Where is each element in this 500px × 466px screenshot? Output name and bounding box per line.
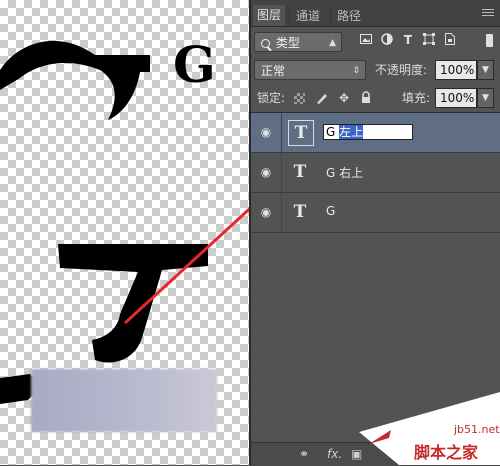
link-layers-icon[interactable]: ⚭ [299,446,309,462]
tab-layers[interactable]: 图层 [253,5,286,26]
lock-all-icon[interactable] [359,91,373,105]
blend-mode-select[interactable]: 正常 ⇕ [254,60,366,80]
search-icon [261,39,270,48]
layer-name-selected-text: 左上 [339,125,364,139]
tab-channels[interactable]: 通道 [292,6,324,26]
layer-filter-kind[interactable]: 类型 ▲︎ [254,32,342,52]
layer-name-prefix: G [326,125,340,139]
layer-separator [281,193,282,232]
image-filter-icon[interactable] [359,33,373,47]
layer-row[interactable]: ◉ T G [251,193,500,233]
panel-tab-bar: 图层 通道 路径 [251,0,500,27]
visibility-eye-icon[interactable]: ◉ [259,165,273,179]
filter-kind-label: 类型 [275,36,300,50]
type-layer-thumbnail-icon: T [288,120,314,146]
layer-style-fx-button[interactable]: fx. [327,446,342,462]
adjustment-filter-icon[interactable] [380,33,394,47]
panel-menu-icon[interactable] [482,9,494,18]
type-filter-icon[interactable]: T [401,33,415,47]
opacity-label: 不透明度: [375,63,428,77]
chevron-updown-icon: ⇕ [352,66,360,76]
layer-separator [281,113,282,152]
lock-transparent-pixels-icon[interactable] [294,93,305,104]
fill-label: 填充: [402,91,431,105]
filter-toggle-switch[interactable] [486,34,493,47]
layer-row[interactable]: ◉ T G 右上 [251,153,500,193]
opacity-input[interactable]: 100% [435,60,477,80]
lock-label: 锁定: [257,91,286,105]
visibility-eye-icon[interactable]: ◉ [259,205,273,219]
lock-position-icon[interactable]: ✥ [337,91,351,105]
layer-name[interactable]: G [326,204,335,218]
layer-name[interactable]: G 右上 [326,164,363,181]
blend-mode-value: 正常 [261,64,286,78]
watermark-site-text: jb51.net [454,423,500,436]
chevron-down-icon: ▲︎ [329,38,336,48]
visibility-eye-icon[interactable]: ◉ [259,125,273,139]
tab-separator [289,10,290,22]
tab-paths[interactable]: 路径 [333,6,365,26]
type-layer-thumbnail-icon: T [293,202,307,222]
fill-input[interactable]: 100% [435,88,477,108]
layer-name-edit-field[interactable]: G 左上 [323,124,413,140]
smart-object-filter-icon[interactable] [443,33,457,47]
fill-dropdown-button[interactable]: ▼ [477,88,494,108]
type-layer-thumbnail-icon: T [293,162,307,182]
watermark-name-text: 脚本之家 [414,443,479,462]
shape-filter-icon[interactable] [422,33,436,47]
layer-separator [281,153,282,192]
lock-image-pixels-icon[interactable] [315,91,329,105]
tab-separator [330,10,331,22]
layer-row[interactable]: ◉ T G 左上 [251,113,500,153]
opacity-dropdown-button[interactable]: ▼ [477,60,494,80]
